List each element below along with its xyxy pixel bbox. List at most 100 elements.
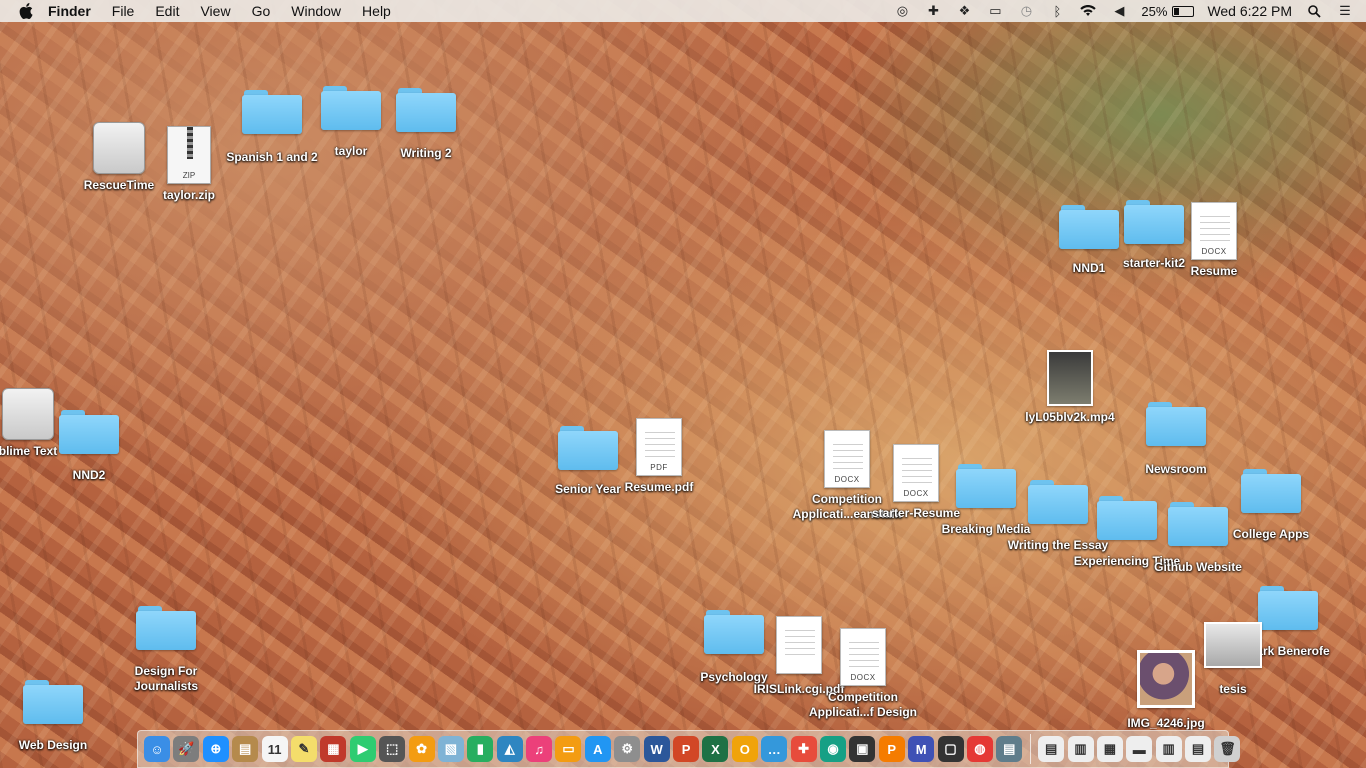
dock-launchpad-icon[interactable]: 🚀: [173, 736, 200, 762]
dock-notes-icon[interactable]: ✎: [290, 736, 317, 762]
dock-itunes-icon[interactable]: ♫: [526, 736, 553, 762]
dock-excel-icon[interactable]: X: [702, 736, 729, 762]
dock-document-3-icon[interactable]: ▦: [1096, 736, 1123, 762]
creative-cloud-icon[interactable]: ◎: [893, 3, 911, 19]
dock-safari-icon[interactable]: ⊕: [202, 736, 229, 762]
dock-powerpoint-icon[interactable]: P: [673, 736, 700, 762]
menu-file[interactable]: File: [112, 3, 135, 19]
icon-label-line: Competition: [827, 690, 898, 704]
desktop-icon-img4246[interactable]: IMG_4246.jpg: [1116, 650, 1216, 731]
dock-outlook-icon[interactable]: O: [731, 736, 758, 762]
docx-file-icon: DOCX: [824, 430, 870, 488]
airplay-icon[interactable]: ▭: [986, 3, 1004, 19]
menu-finder[interactable]: Finder: [48, 3, 91, 19]
dock-document-6-icon[interactable]: ▤: [1185, 736, 1212, 762]
dock-app-store-icon[interactable]: A: [584, 736, 611, 762]
dock-system-preferences-icon[interactable]: ⚙: [614, 736, 641, 762]
icon-label: Resume: [1190, 264, 1238, 278]
notification-center-icon[interactable]: ☰: [1336, 3, 1354, 19]
battery-icon[interactable]: [1172, 5, 1195, 17]
icon-label: Senior Year: [555, 482, 621, 496]
dock-facetime-icon[interactable]: ▶: [349, 736, 376, 762]
dock-keynote-icon[interactable]: ◭: [496, 736, 523, 762]
folder-icon: [59, 408, 119, 454]
dock-messages-icon[interactable]: ⬚: [379, 736, 406, 762]
dock-drive-icon[interactable]: ▤: [996, 736, 1023, 762]
icon-label: Competition Applicati...f Design: [809, 690, 917, 720]
dock-terminal-icon[interactable]: ▣: [849, 736, 876, 762]
dropbox-icon[interactable]: ❖: [955, 3, 973, 19]
dock-trash-icon[interactable]: 🗑: [1214, 736, 1241, 762]
docx-file-icon: DOCX: [893, 444, 939, 502]
desktop-icon-college-apps[interactable]: College Apps: [1226, 467, 1316, 542]
dock-pages-icon[interactable]: P: [878, 736, 905, 762]
desktop-icon-resume[interactable]: DOCX Resume: [1182, 202, 1246, 279]
desktop-icon-spanish[interactable]: Spanish 1 and 2: [222, 88, 322, 165]
icon-label: Spanish 1 and 2: [226, 150, 318, 164]
dock-word-icon[interactable]: W: [643, 736, 670, 762]
desktop-icon-design-journalists[interactable]: Design For Journalists: [124, 604, 208, 694]
bluetooth-icon[interactable]: ᛒ: [1048, 3, 1066, 19]
desktop-icon-senior-year[interactable]: Senior Year: [550, 424, 626, 497]
dock-slack-icon[interactable]: ▢: [937, 736, 964, 762]
folder-icon: [1258, 584, 1318, 630]
dock-preview-icon[interactable]: ▧: [437, 736, 464, 762]
icon-label: Resume.pdf: [624, 480, 694, 494]
search-icon[interactable]: [1305, 3, 1323, 19]
plus-icon[interactable]: ✚: [924, 3, 942, 19]
apple-icon[interactable]: [18, 3, 34, 19]
desktop-icon-newsroom[interactable]: Newsroom: [1138, 400, 1214, 477]
docx-file-icon: DOCX: [840, 628, 886, 686]
dock-rescuetime-icon[interactable]: ✚: [790, 736, 817, 762]
desktop-icon-competition-2[interactable]: DOCX Competition Applicati...f Design: [804, 628, 922, 720]
dock-photo-booth-icon[interactable]: ▦: [320, 736, 347, 762]
dock-contacts-icon[interactable]: ▤: [232, 736, 259, 762]
video-thumbnail-icon: [1047, 350, 1093, 406]
desktop-icon-resume-pdf[interactable]: PDF Resume.pdf: [622, 418, 696, 495]
icon-label: blime Text: [0, 444, 58, 458]
menu-help[interactable]: Help: [362, 3, 391, 19]
desktop-icon-rescuetime[interactable]: RescueTime: [78, 122, 160, 193]
icon-label: RescueTime: [83, 178, 155, 192]
icon-label: IMG_4246.jpg: [1127, 716, 1205, 730]
menu-window[interactable]: Window: [291, 3, 341, 19]
dock-ibooks-icon[interactable]: ▭: [555, 736, 582, 762]
folder-icon: [396, 86, 456, 132]
dock-calendar-icon[interactable]: 11: [261, 736, 288, 762]
folder-icon: [1059, 203, 1119, 249]
dock-document-1-icon[interactable]: ▤: [1038, 736, 1065, 762]
dock-photos-icon[interactable]: ✿: [408, 736, 435, 762]
battery-percent: 25%: [1141, 3, 1168, 19]
dock-finder-icon[interactable]: ☺: [144, 736, 170, 762]
dock-messenger-icon[interactable]: …: [761, 736, 788, 762]
menu-go[interactable]: Go: [252, 3, 271, 19]
desktop-icon-web-design[interactable]: Web Design: [10, 678, 96, 753]
disk-icon: [2, 388, 54, 440]
desktop-icon-nnd2[interactable]: NND2: [56, 408, 122, 483]
icon-label: taylor.zip: [162, 188, 215, 202]
menu-view[interactable]: View: [200, 3, 230, 19]
pdf-file-icon: PDF: [636, 418, 682, 476]
menu-edit[interactable]: Edit: [155, 3, 179, 19]
dock-globe-icon[interactable]: ◉: [819, 736, 846, 762]
folder-icon: [1146, 400, 1206, 446]
dock-document-2-icon[interactable]: ▥: [1067, 736, 1094, 762]
desktop-icon-sublime[interactable]: blime Text: [0, 388, 58, 459]
dock-chrome-icon[interactable]: ◍: [966, 736, 993, 762]
icon-label-line: Design For: [134, 664, 198, 678]
clock[interactable]: Wed 6:22 PM: [1207, 3, 1292, 19]
time-machine-icon[interactable]: ◷: [1017, 3, 1035, 19]
dock-document-5-icon[interactable]: ▥: [1155, 736, 1182, 762]
icon-label: College Apps: [1232, 527, 1310, 541]
dock-numbers-icon[interactable]: ▮: [467, 736, 494, 762]
icon-label-line: Applicati...f Design: [808, 705, 917, 719]
volume-icon[interactable]: ◀: [1110, 3, 1128, 19]
desktop-icon-writing2[interactable]: Writing 2: [386, 86, 466, 161]
desktop-icon-taylor[interactable]: taylor: [312, 84, 390, 159]
desktop-icon-mp4[interactable]: lyL05blv2k.mp4: [1020, 350, 1120, 425]
docx-file-icon: DOCX: [1191, 202, 1237, 260]
desktop-icon-taylor-zip[interactable]: ZIP taylor.zip: [150, 126, 228, 203]
dock-document-4-icon[interactable]: ▬: [1126, 736, 1153, 762]
dock-maps-icon[interactable]: M: [908, 736, 935, 762]
wifi-icon[interactable]: [1079, 3, 1097, 19]
